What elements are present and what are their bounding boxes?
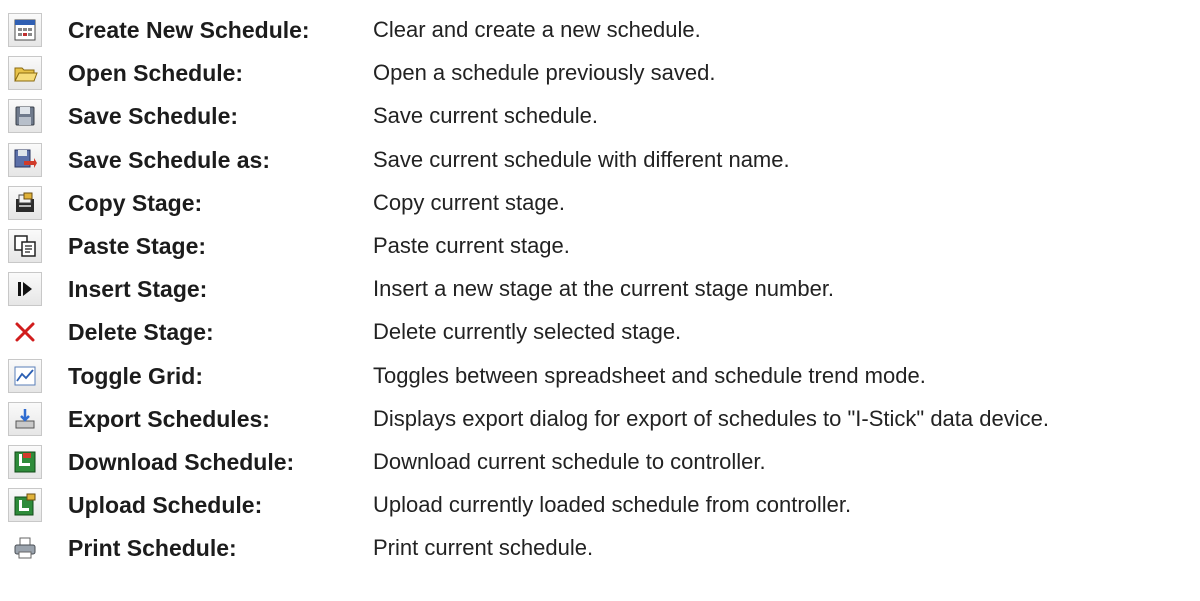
toggle-grid-label: Toggle Grid: <box>68 362 204 389</box>
legend-row-insert-stage: Insert Stage: Insert a new stage at the … <box>0 266 1200 312</box>
paste-icon[interactable] <box>8 229 42 263</box>
delete-stage-label: Delete Stage: <box>68 318 214 345</box>
delete-x-icon[interactable] <box>8 315 42 349</box>
legend-row-export-schedules: Export Schedules: Displays export dialog… <box>0 396 1200 442</box>
toolbar-legend: Create New Schedule: Clear and create a … <box>0 0 1200 601</box>
delete-stage-description: Delete currently selected stage. <box>373 319 682 344</box>
insert-icon[interactable] <box>8 272 42 306</box>
legend-row-copy-stage: Copy Stage: Copy current stage. <box>0 180 1200 226</box>
upload-schedule-description: Upload currently loaded schedule from co… <box>373 492 852 517</box>
paste-stage-description: Paste current stage. <box>373 233 570 258</box>
export-schedules-description: Displays export dialog for export of sch… <box>373 406 1049 431</box>
create-new-schedule-label: Create New Schedule: <box>68 16 310 43</box>
open-folder-icon[interactable] <box>8 56 42 90</box>
toggle-grid-description: Toggles between spreadsheet and schedule… <box>373 363 926 388</box>
download-icon[interactable] <box>8 445 42 479</box>
copy-stage-description: Copy current stage. <box>373 190 565 215</box>
legend-row-toggle-grid: Toggle Grid: Toggles between spreadsheet… <box>0 353 1200 399</box>
save-schedule-as-description: Save current schedule with different nam… <box>373 147 790 172</box>
insert-stage-description: Insert a new stage at the current stage … <box>373 276 835 301</box>
paste-stage-label: Paste Stage: <box>68 232 207 259</box>
open-schedule-description: Open a schedule previously saved. <box>373 60 716 85</box>
legend-row-open-schedule: Open Schedule: Open a schedule previousl… <box>0 50 1200 96</box>
legend-row-paste-stage: Paste Stage: Paste current stage. <box>0 223 1200 269</box>
copy-stage-label: Copy Stage: <box>68 189 203 216</box>
legend-row-print-schedule: Print Schedule: Print current schedule. <box>0 525 1200 571</box>
save-schedule-as-label: Save Schedule as: <box>68 146 270 173</box>
upload-icon[interactable] <box>8 488 42 522</box>
download-schedule-label: Download Schedule: <box>68 448 295 475</box>
toggle-grid-icon[interactable] <box>8 359 42 393</box>
save-schedule-label: Save Schedule: <box>68 102 239 129</box>
printer-icon[interactable] <box>8 531 42 565</box>
legend-row-save-schedule: Save Schedule: Save current schedule. <box>0 93 1200 139</box>
export-schedules-label: Export Schedules: <box>68 405 270 432</box>
save-disk-icon[interactable] <box>8 99 42 133</box>
new-schedule-icon[interactable] <box>8 13 42 47</box>
save-schedule-description: Save current schedule. <box>373 103 599 128</box>
print-schedule-label: Print Schedule: <box>68 534 237 561</box>
legend-row-delete-stage: Delete Stage: Delete currently selected … <box>0 309 1200 355</box>
save-as-icon[interactable] <box>8 143 42 177</box>
open-schedule-label: Open Schedule: <box>68 59 244 86</box>
insert-stage-label: Insert Stage: <box>68 275 208 302</box>
print-schedule-description: Print current schedule. <box>373 535 594 560</box>
legend-row-download-schedule: Download Schedule: Download current sche… <box>0 439 1200 485</box>
download-schedule-description: Download current schedule to controller. <box>373 449 766 474</box>
upload-schedule-label: Upload Schedule: <box>68 491 263 518</box>
create-new-schedule-description: Clear and create a new schedule. <box>373 17 701 42</box>
copy-icon[interactable] <box>8 186 42 220</box>
export-icon[interactable] <box>8 402 42 436</box>
legend-row-save-schedule-as: Save Schedule as: Save current schedule … <box>0 137 1200 183</box>
legend-row-upload-schedule: Upload Schedule: Upload currently loaded… <box>0 482 1200 528</box>
legend-row-create-new-schedule: Create New Schedule: Clear and create a … <box>0 7 1200 53</box>
